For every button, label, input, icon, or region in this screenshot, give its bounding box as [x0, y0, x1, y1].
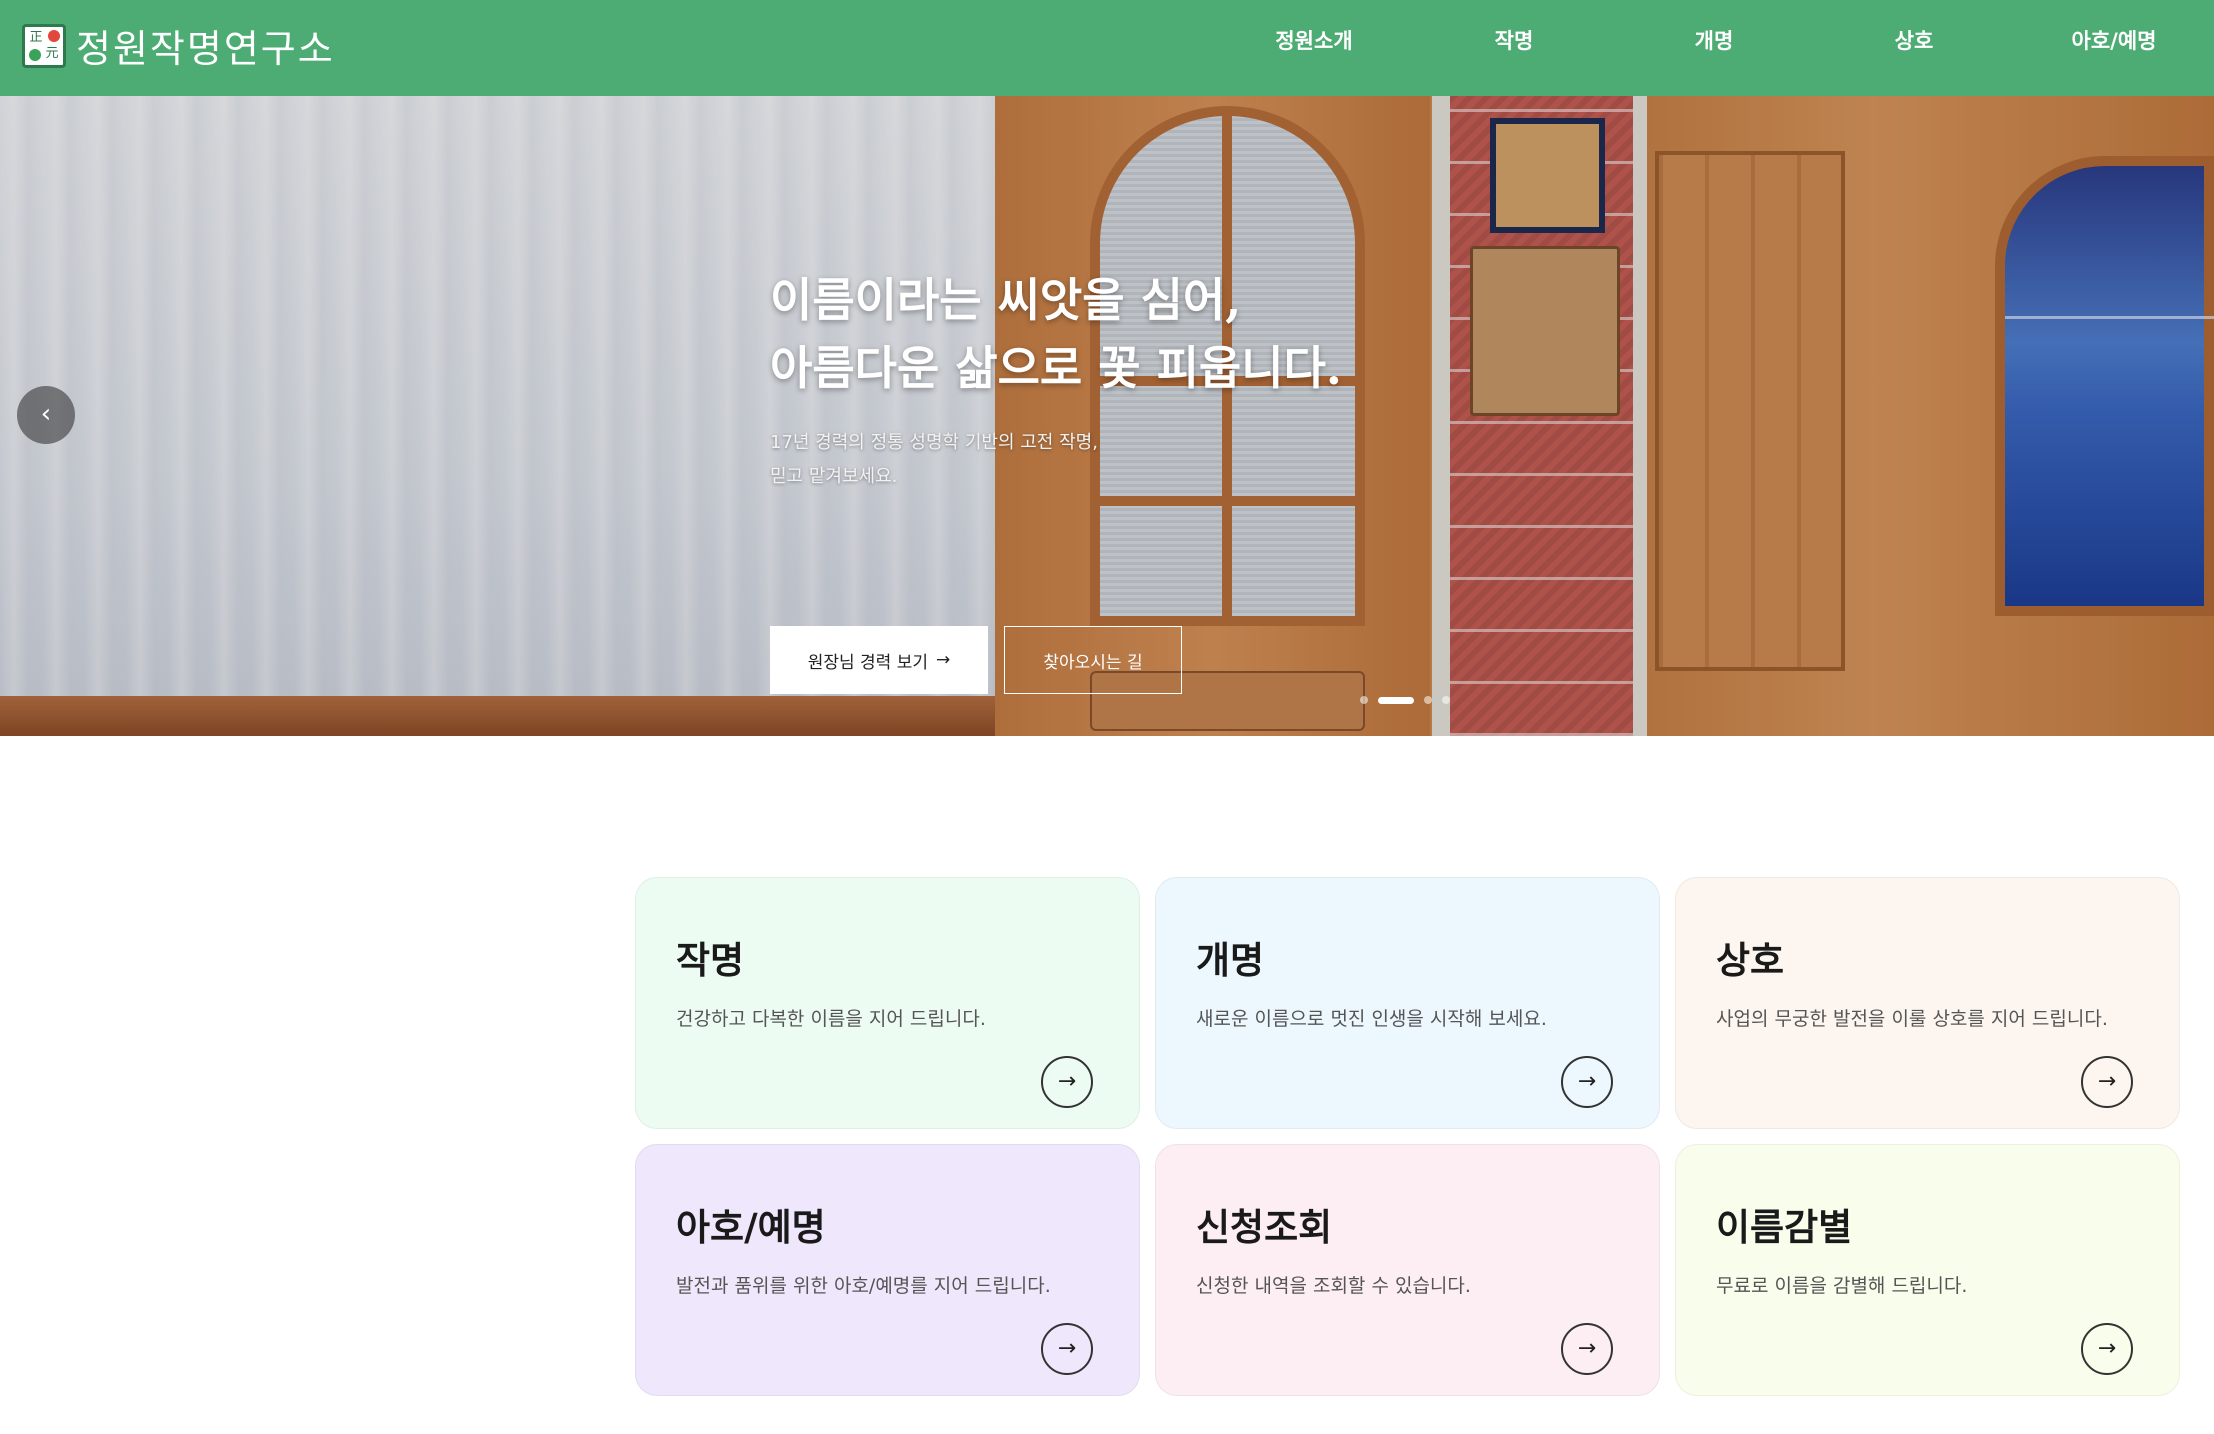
card-naming[interactable]: 작명 건강하고 다복한 이름을 지어 드립니다. →: [635, 877, 1140, 1129]
card-application-lookup[interactable]: 신청조회 신청한 내역을 조회할 수 있습니다. →: [1155, 1144, 1660, 1396]
arrow-right-icon[interactable]: →: [1561, 1056, 1613, 1108]
card-description: 건강하고 다복한 이름을 지어 드립니다.: [676, 1008, 986, 1030]
slider-dot-active[interactable]: [1378, 696, 1414, 704]
service-cards: 작명 건강하고 다복한 이름을 지어 드립니다. → 개명 새로운 이름으로 멋…: [635, 877, 2183, 1396]
nav-item-pen-name[interactable]: 아호/예명: [2014, 0, 2214, 96]
hero-buttons: 원장님 경력 보기 → 찾아오시는 길: [770, 626, 1182, 694]
card-title: 개명: [1196, 939, 1265, 982]
card-title: 상호: [1716, 939, 1785, 982]
site-logo[interactable]: 正 元 정원작명연구소: [22, 18, 335, 73]
hero-content: 이름이라는 씨앗을 심어, 아름다운 삶으로 꽃 피웁니다. 17년 경력의 정…: [770, 266, 1342, 694]
hero-subtitle: 17년 경력의 정통 성명학 기반의 고전 작명, 믿고 맡겨보세요.: [770, 426, 1342, 494]
hero-subtitle-line: 17년 경력의 정통 성명학 기반의 고전 작명,: [770, 432, 1098, 453]
logo-glyph: 元: [45, 45, 59, 61]
arrow-right-icon[interactable]: →: [2081, 1323, 2133, 1375]
nav-item-business-name[interactable]: 상호: [1814, 0, 2014, 96]
hero-slider: ‹ 이름이라는 씨앗을 심어, 아름다운 삶으로 꽃 피웁니다. 17년 경력의…: [0, 96, 2214, 736]
logo-text: 정원작명연구소: [76, 27, 335, 71]
hero-title-line: 이름이라는 씨앗을 심어,: [770, 273, 1242, 327]
slider-dot[interactable]: [1424, 696, 1432, 704]
directions-button[interactable]: 찾아오시는 길: [1004, 626, 1182, 694]
card-title: 신청조회: [1196, 1206, 1333, 1249]
nav-item-rename[interactable]: 개명: [1614, 0, 1814, 96]
card-pen-name[interactable]: 아호/예명 발전과 품위를 위한 아호/예명를 지어 드립니다. →: [635, 1144, 1140, 1396]
logo-mark-icon: 正 元: [22, 23, 66, 68]
arrow-right-icon[interactable]: →: [1041, 1323, 1093, 1375]
career-button[interactable]: 원장님 경력 보기 →: [770, 626, 988, 694]
card-description: 무료로 이름을 감별해 드립니다.: [1716, 1275, 1968, 1297]
nav-item-naming[interactable]: 작명: [1414, 0, 1614, 96]
slider-pagination: [1360, 696, 1450, 704]
hero-subtitle-line: 믿고 맡겨보세요.: [770, 466, 898, 487]
slider-dot[interactable]: [1442, 696, 1450, 704]
arrow-right-icon[interactable]: →: [1561, 1323, 1613, 1375]
hero-title-line: 아름다운 삶으로 꽃 피웁니다.: [770, 341, 1342, 395]
logo-glyph: 正: [29, 29, 43, 45]
logo-green-leaf-icon: [29, 48, 41, 61]
arrow-right-icon[interactable]: →: [2081, 1056, 2133, 1108]
card-name-evaluation[interactable]: 이름감별 무료로 이름을 감별해 드립니다. →: [1675, 1144, 2180, 1396]
main-nav: 정원소개 작명 개명 상호 아호/예명: [1214, 0, 2214, 96]
card-title: 작명: [676, 939, 745, 982]
slider-prev-button[interactable]: ‹: [17, 386, 75, 444]
card-title: 이름감별: [1716, 1206, 1853, 1249]
nav-item-intro[interactable]: 정원소개: [1214, 0, 1414, 96]
card-rename[interactable]: 개명 새로운 이름으로 멋진 인생을 시작해 보세요. →: [1155, 877, 1660, 1129]
card-description: 새로운 이름으로 멋진 인생을 시작해 보세요.: [1196, 1008, 1547, 1030]
card-title: 아호/예명: [676, 1206, 826, 1249]
logo-red-flower-icon: [48, 29, 60, 42]
career-button-label: 원장님 경력 보기: [807, 652, 929, 673]
card-description: 신청한 내역을 조회할 수 있습니다.: [1196, 1275, 1471, 1297]
slider-dot[interactable]: [1360, 696, 1368, 704]
card-business-name[interactable]: 상호 사업의 무궁한 발전을 이룰 상호를 지어 드립니다. →: [1675, 877, 2180, 1129]
hero-title: 이름이라는 씨앗을 심어, 아름다운 삶으로 꽃 피웁니다.: [770, 266, 1342, 402]
card-description: 발전과 품위를 위한 아호/예명를 지어 드립니다.: [676, 1275, 1051, 1297]
site-header: 正 元 정원작명연구소 정원소개 작명 개명 상호 아호/예명: [0, 0, 2214, 96]
arrow-right-icon[interactable]: →: [1041, 1056, 1093, 1108]
arrow-right-icon: →: [936, 650, 951, 670]
card-description: 사업의 무궁한 발전을 이룰 상호를 지어 드립니다.: [1716, 1008, 2108, 1030]
